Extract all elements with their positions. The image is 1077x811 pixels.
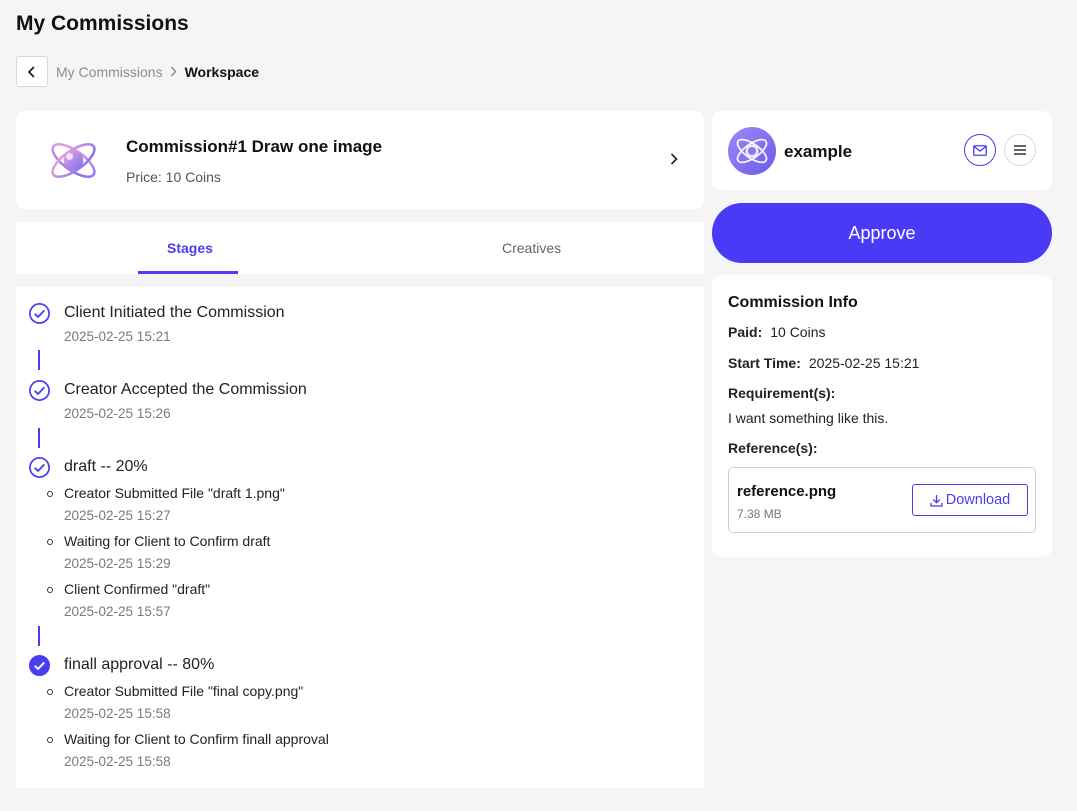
stage-title: draft -- 20% (64, 458, 148, 475)
atom-logo-icon (51, 143, 96, 178)
mail-icon (973, 144, 987, 156)
paid-value: 10 Coins (770, 324, 826, 340)
list-bullet (47, 539, 53, 545)
reference-file-name: reference.png (737, 483, 837, 500)
list-bullet (47, 689, 53, 695)
reference-file-size: 7.38 MB (737, 507, 782, 521)
chevron-left-icon (27, 65, 35, 78)
user-name: example (784, 142, 853, 161)
stage-event-time: 2025-02-25 15:58 (64, 754, 171, 769)
download-icon (930, 494, 943, 507)
breadcrumb-current: Workspace (184, 63, 260, 80)
chevron-right-icon (170, 66, 177, 77)
stage-event-title: Creator Submitted File "draft 1.png" (64, 485, 285, 501)
timeline-connector (38, 626, 40, 646)
start-time-row: Start Time: 2025-02-25 15:21 (728, 355, 919, 371)
page-title: My Commissions (16, 12, 189, 35)
list-bullet (47, 737, 53, 743)
approve-button[interactable]: Approve (712, 203, 1052, 263)
back-button[interactable] (16, 56, 48, 87)
download-button[interactable]: Download (912, 484, 1028, 516)
timeline-connector (38, 350, 40, 370)
check-circle-icon (29, 457, 50, 478)
message-button[interactable] (964, 134, 996, 166)
paid-row: Paid: 10 Coins (728, 324, 826, 340)
check-circle-icon (29, 303, 50, 324)
start-time-label: Start Time: (728, 355, 801, 371)
list-bullet (47, 587, 53, 593)
list-bullet (47, 491, 53, 497)
stage-event-time: 2025-02-25 15:27 (64, 508, 171, 523)
requirements-label: Requirement(s): (728, 385, 836, 401)
reference-file: reference.png 7.38 MB Download (728, 467, 1036, 533)
stage-time: 2025-02-25 15:21 (64, 329, 171, 344)
breadcrumb-parent-link[interactable]: My Commissions (56, 64, 163, 80)
stage-event-time: 2025-02-25 15:57 (64, 604, 171, 619)
check-circle-icon (29, 380, 50, 401)
commission-info-heading: Commission Info (728, 294, 858, 311)
avatar[interactable] (728, 127, 776, 175)
stage-time: 2025-02-25 15:26 (64, 406, 171, 421)
paid-label: Paid: (728, 324, 763, 340)
commission-price: Price: 10 Coins (126, 169, 221, 185)
tab-bar: Stages Creatives (16, 222, 704, 274)
commission-info-card: Commission Info Paid: 10 Coins Start Time… (712, 275, 1052, 557)
stage-event-title: Waiting for Client to Confirm draft (64, 533, 271, 549)
user-card: example (712, 111, 1052, 190)
stage-title: finall approval -- 80% (64, 656, 215, 673)
check-circle-filled-icon (28, 654, 51, 677)
active-tab-indicator (138, 271, 238, 274)
requirements-value: I want something like this. (728, 410, 889, 426)
chevron-right-icon[interactable] (670, 153, 678, 165)
tab-creatives[interactable]: Creatives (502, 240, 561, 256)
tab-stages[interactable]: Stages (167, 240, 213, 256)
stage-title: Creator Accepted the Commission (64, 381, 307, 398)
stage-event-title: Waiting for Client to Confirm finall app… (64, 731, 329, 747)
references-label: Reference(s): (728, 440, 818, 456)
stage-event-time: 2025-02-25 15:29 (64, 556, 171, 571)
stages-timeline: Client Initiated the Commission 2025-02-… (16, 287, 704, 788)
stage-event-title: Creator Submitted File "final copy.png" (64, 683, 304, 699)
menu-icon (1014, 145, 1026, 155)
commission-title: Commission#1 Draw one image (126, 137, 383, 156)
stage-event-time: 2025-02-25 15:58 (64, 706, 171, 721)
stage-event-title: Client Confirmed "draft" (64, 581, 211, 597)
commission-card[interactable]: Commission#1 Draw one image Price: 10 Co… (16, 111, 704, 209)
download-label: Download (945, 492, 1011, 508)
menu-button[interactable] (1004, 134, 1036, 166)
start-time-value: 2025-02-25 15:21 (808, 355, 920, 371)
breadcrumb: My Commissions Workspace (16, 56, 259, 87)
stage-title: Client Initiated the Commission (64, 304, 285, 321)
timeline-connector (38, 428, 40, 448)
